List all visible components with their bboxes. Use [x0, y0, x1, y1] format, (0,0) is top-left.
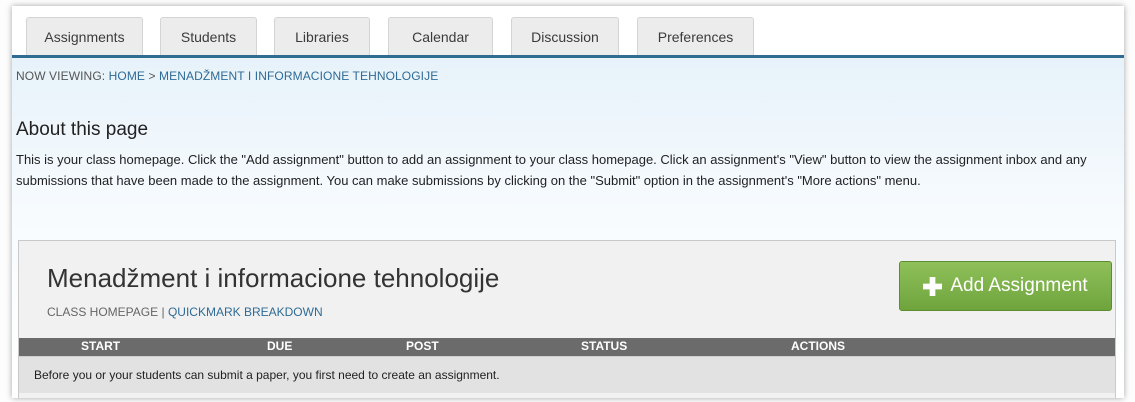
assignments-table-header: START DUE POST STATUS ACTIONS [19, 338, 1115, 356]
breadcrumb: NOW VIEWING: HOME > MENADŽMENT I INFORMA… [16, 69, 438, 83]
tab-libraries[interactable]: Libraries [274, 17, 370, 55]
column-start: START [81, 339, 121, 353]
column-actions: ACTIONS [791, 339, 845, 353]
plus-icon [923, 276, 943, 296]
quickmark-breakdown-link[interactable]: QUICKMARK BREAKDOWN [168, 305, 323, 319]
class-homepage-label: CLASS HOMEPAGE | [47, 305, 168, 319]
about-title: About this page [16, 119, 149, 140]
class-title: Menadžment i informacione tehnologije [47, 263, 500, 293]
class-panel: Menadžment i informacione tehnologije CL… [18, 240, 1116, 398]
empty-state-row: Before you or your students can submit a… [19, 356, 1115, 393]
column-due: DUE [267, 339, 293, 353]
tab-discussion[interactable]: Discussion [511, 17, 619, 55]
column-status: STATUS [581, 339, 628, 353]
breadcrumb-current-link[interactable]: MENADŽMENT I INFORMACIONE TEHNOLOGIJE [159, 69, 438, 83]
empty-state-message: Before you or your students can submit a… [34, 368, 500, 382]
class-subtitle: CLASS HOMEPAGE | QUICKMARK BREAKDOWN [47, 305, 323, 319]
tab-preferences[interactable]: Preferences [637, 17, 754, 55]
app-window: Assignments Students Libraries Calendar … [12, 6, 1124, 398]
tab-assignments[interactable]: Assignments [26, 17, 143, 55]
about-description: This is your class homepage. Click the "… [16, 152, 1087, 188]
tab-students[interactable]: Students [160, 17, 257, 55]
tab-bar: Assignments Students Libraries Calendar … [12, 6, 1124, 58]
breadcrumb-separator: > [145, 69, 160, 83]
add-assignment-button[interactable]: Add Assignment [899, 261, 1112, 311]
breadcrumb-prefix: NOW VIEWING: [16, 69, 109, 83]
add-assignment-label: Add Assignment [950, 275, 1088, 296]
tab-calendar[interactable]: Calendar [388, 17, 493, 55]
breadcrumb-home-link[interactable]: HOME [109, 69, 145, 83]
column-post: POST [406, 339, 439, 353]
